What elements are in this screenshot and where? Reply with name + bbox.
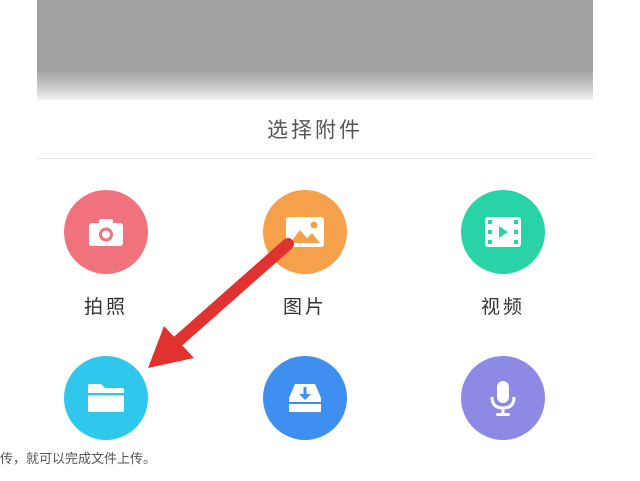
folder-icon — [88, 384, 124, 412]
camera-icon — [89, 219, 123, 246]
option-download[interactable] — [245, 356, 365, 440]
attachment-sheet-screen: 选择附件 拍照 图片 视频 — [37, 0, 593, 440]
download-button[interactable] — [263, 356, 347, 440]
option-video[interactable]: 视频 — [443, 190, 563, 319]
download-icon — [289, 384, 321, 412]
image-button[interactable] — [263, 190, 347, 274]
sheet-title: 选择附件 — [267, 118, 363, 142]
option-camera[interactable]: 拍照 — [46, 190, 166, 319]
option-label-image: 图片 — [282, 296, 327, 318]
dimmed-background-overlay[interactable] — [37, 0, 593, 100]
option-audio[interactable] — [443, 356, 563, 440]
audio-button[interactable] — [461, 356, 545, 440]
camera-button[interactable] — [64, 190, 148, 274]
option-image[interactable]: 图片 — [245, 190, 365, 319]
caption-text: 传，就可以完成文件上传。 — [0, 452, 157, 467]
option-label-video: 视频 — [480, 296, 525, 318]
video-button[interactable] — [461, 190, 545, 274]
video-icon — [485, 217, 521, 247]
option-label-camera: 拍照 — [83, 296, 128, 318]
option-file[interactable] — [46, 356, 166, 440]
microphone-icon — [490, 381, 516, 416]
image-icon — [286, 217, 324, 247]
title-divider — [37, 158, 593, 159]
file-button[interactable] — [64, 356, 148, 440]
